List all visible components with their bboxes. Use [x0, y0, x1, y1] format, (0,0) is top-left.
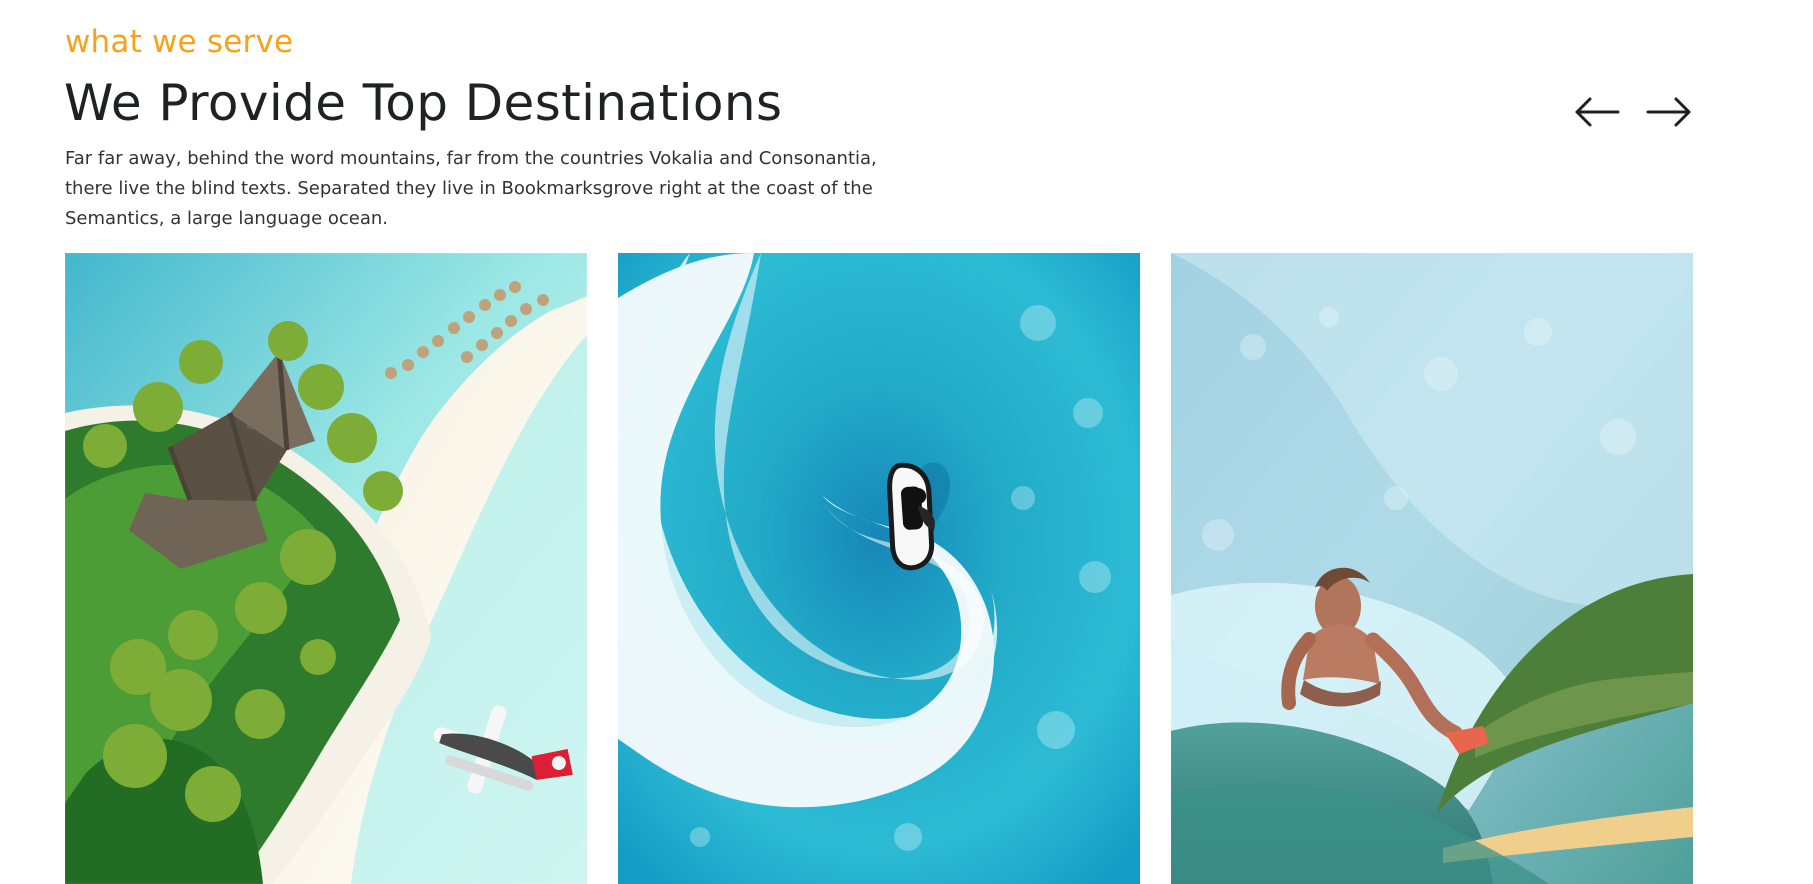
section-description: Far far away, behind the word mountains,… — [65, 148, 877, 229]
destination-card-tropical-island[interactable] — [65, 253, 587, 884]
destinations-section: what we serve We Provide Top Destination… — [0, 0, 1813, 884]
tropical-island-image — [65, 253, 587, 884]
destination-carousel — [65, 253, 1695, 884]
destination-card-surfing[interactable] — [1171, 253, 1693, 884]
surfing-wave-image — [1171, 253, 1693, 884]
next-button[interactable] — [1643, 86, 1695, 138]
carousel-navigation — [1571, 86, 1695, 138]
destination-card-jet-ski[interactable] — [618, 253, 1140, 884]
jet-ski-ocean-image — [618, 253, 1140, 884]
arrow-right-icon — [1646, 97, 1691, 127]
section-title: We Provide Top Destinations — [64, 74, 783, 132]
previous-button[interactable] — [1571, 86, 1623, 138]
arrow-left-icon — [1575, 97, 1620, 127]
section-eyebrow: what we serve — [65, 24, 294, 60]
